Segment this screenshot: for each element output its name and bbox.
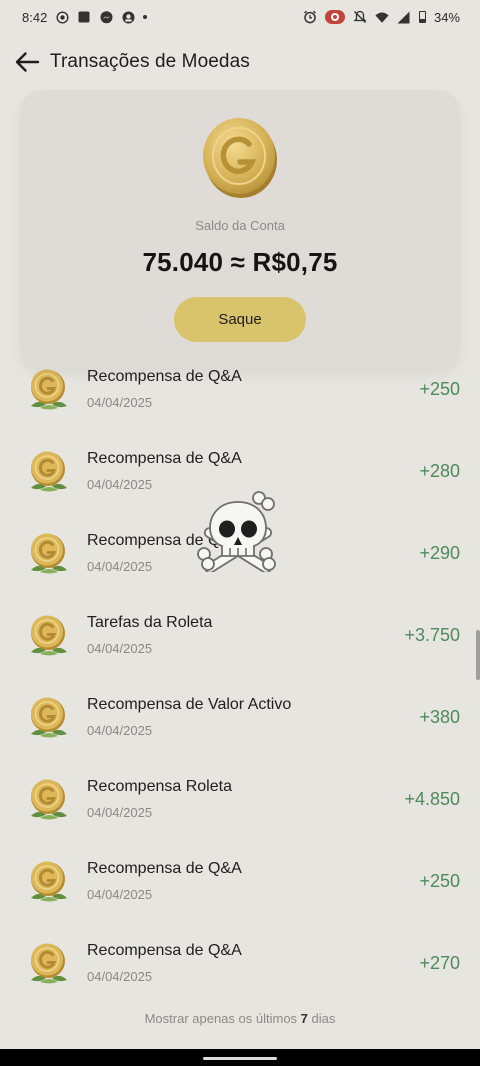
coin-reward-icon (31, 943, 67, 984)
wifi-icon (375, 10, 389, 24)
mute-icon (353, 10, 367, 24)
back-button[interactable] (2, 40, 52, 84)
status-bar: 8:42 34% (0, 0, 480, 34)
transaction-title: Recompensa Roleta (87, 778, 232, 795)
status-bar-right: 34% (303, 10, 460, 25)
withdraw-button[interactable]: Saque (174, 297, 306, 342)
transaction-amount: +270 (419, 953, 460, 973)
app-header: Transações de Moedas (0, 40, 480, 84)
gold-coin-icon (203, 118, 277, 198)
transaction-date: 04/04/2025 (87, 969, 153, 984)
history-note-prefix: Mostrar apenas os últimos (144, 1011, 298, 1026)
transaction-title: Recompensa de Q&A (87, 942, 242, 959)
record-icon (55, 10, 69, 24)
history-note-days: 7 (300, 1011, 308, 1026)
transaction-row[interactable]: Recompensa de Q&A 04/04/2025 +280 (0, 386, 480, 492)
more-notifications-dot (143, 15, 148, 19)
battery-percent: 34% (433, 9, 460, 25)
history-range-note: Mostrar apenas os últimos 7 dias (0, 1011, 480, 1026)
arrow-left-icon (15, 52, 40, 72)
transaction-row[interactable]: Recompensa Roleta 04/04/2025 +4.850 (0, 714, 480, 820)
balance-label: Saldo da Conta (195, 218, 285, 233)
alarm-icon (303, 10, 317, 24)
home-indicator[interactable] (203, 1057, 277, 1060)
transaction-title: Tarefas da Roleta (87, 614, 213, 631)
transaction-title: Recompensa de Q&A (87, 450, 242, 467)
square-app-icon (77, 10, 91, 24)
coin-transactions-screen: 8:42 34% Transações de Moedas Saldo da C… (0, 0, 480, 1066)
scrollbar-thumb[interactable] (476, 630, 480, 680)
status-time: 8:42 (22, 9, 48, 25)
transaction-title: Recompensa de Valor Activo (87, 696, 292, 713)
transaction-title: Recompensa de Q&A (87, 860, 242, 877)
status-bar-left: 8:42 (22, 9, 148, 25)
shield-app-icon (121, 10, 135, 24)
screen-record-icon (324, 10, 345, 24)
history-note-suffix: dias (311, 1011, 336, 1026)
messenger-icon (99, 10, 113, 24)
transaction-row[interactable]: Recompensa de Valor Activo 04/04/2025 +3… (0, 632, 480, 738)
balance-value: 75.040 ≈ R$0,75 (142, 247, 338, 277)
battery-icon (418, 11, 426, 23)
skull-crossbones-icon (197, 491, 276, 572)
signal-icon (397, 10, 411, 24)
transaction-row[interactable]: Recompensa de Q&A 04/04/2025 +250 (0, 796, 480, 902)
page-title: Transações de Moedas (50, 51, 250, 72)
transaction-list: Recompensa de Q&A 04/04/2025 +250 Recomp… (0, 304, 480, 984)
balance-card: Saldo da Conta 75.040 ≈ R$0,75 Saque (20, 90, 460, 368)
transaction-row[interactable]: Recompensa de Q&A 04/04/2025 +270 (0, 878, 480, 984)
transaction-title: Recompensa de Q&A (87, 368, 242, 385)
